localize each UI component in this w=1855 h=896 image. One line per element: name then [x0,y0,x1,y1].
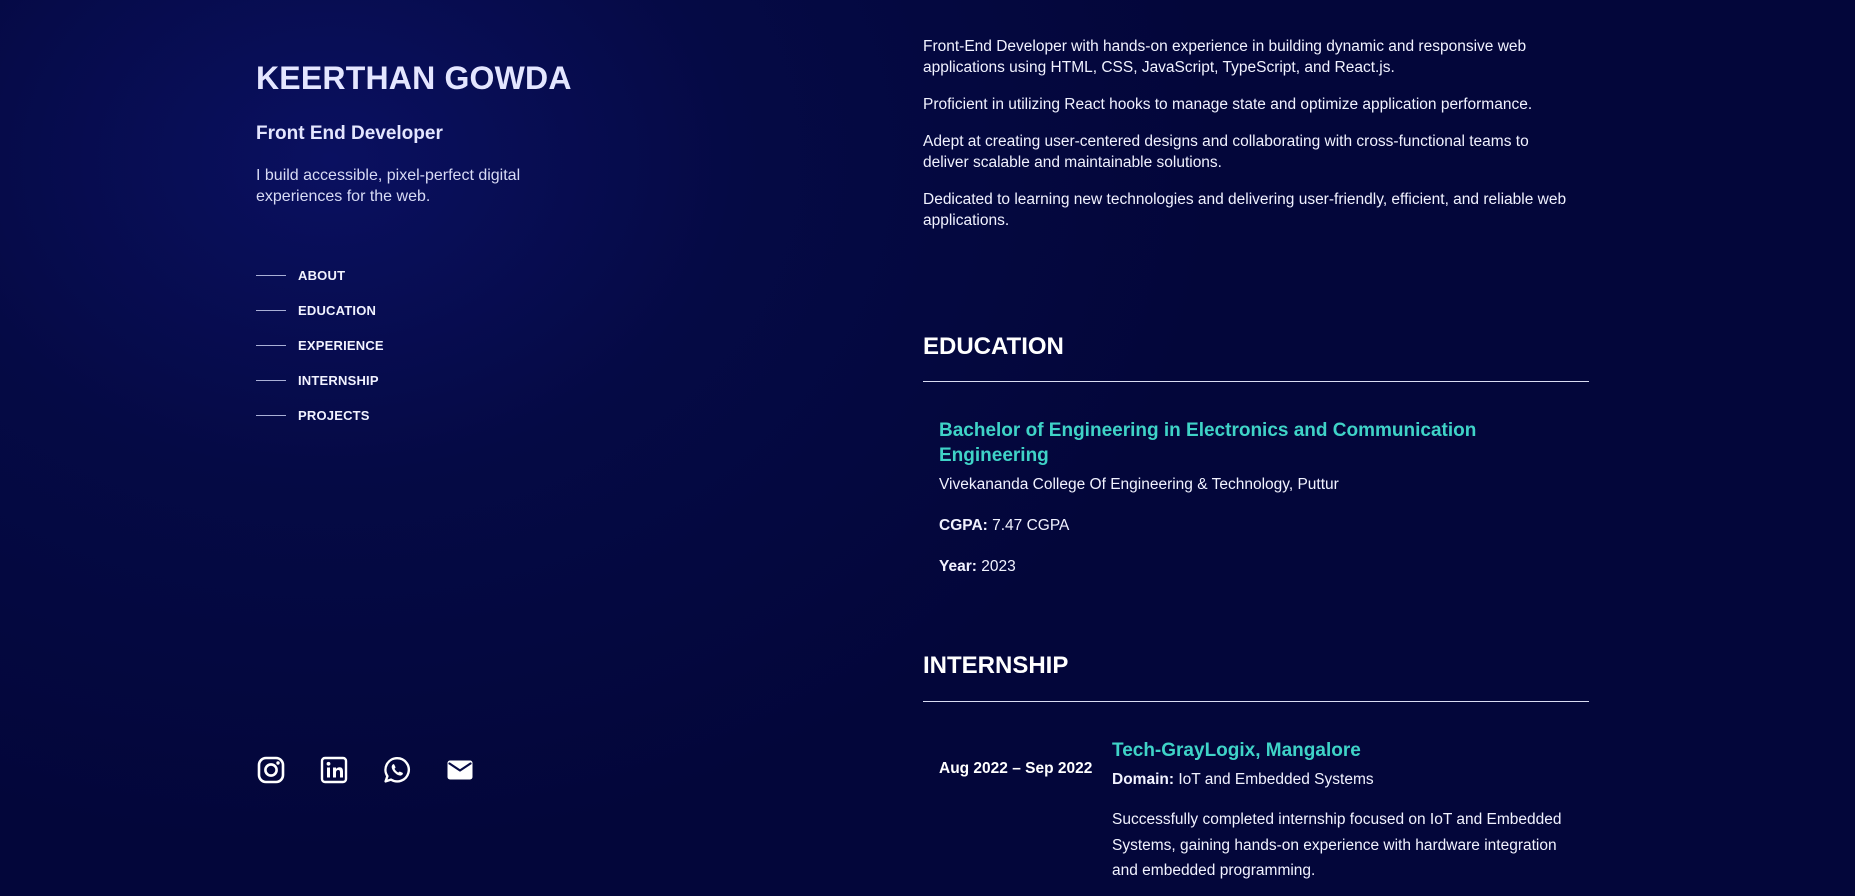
nav-item-about[interactable]: ABOUT [256,258,384,293]
nav-indicator-line [256,310,286,311]
nav-item-experience[interactable]: EXPERIENCE [256,328,384,363]
about-paragraph: Adept at creating user-centered designs … [923,133,1529,171]
internship-date: Aug 2022 – Sep 2022 [939,760,1093,777]
linkedin-icon[interactable] [319,755,349,785]
nav-item-label: PROJECTS [298,408,370,423]
nav-indicator-line [256,275,286,276]
domain-label: Domain: [1112,771,1174,788]
instagram-icon[interactable] [256,755,286,785]
social-links [256,755,475,785]
mail-icon[interactable] [445,755,475,785]
whatsapp-icon[interactable] [382,755,412,785]
profile-role: Front End Developer [256,123,443,144]
nav-item-label: EXPERIENCE [298,338,384,353]
cgpa-label: CGPA: [939,517,988,534]
year-line: Year: 2023 [939,558,1499,576]
about-paragraph: Proficient in utilizing React hooks to m… [923,96,1533,113]
nav-item-education[interactable]: EDUCATION [256,293,384,328]
section-nav: ABOUT EDUCATION EXPERIENCE INTERNSHIP PR… [256,258,384,433]
year-label: Year: [939,558,977,575]
company-name: Tech-GrayLogix, Mangalore [1112,740,1361,761]
sidebar: KEERTHAN GOWDA Front End Developer I bui… [256,0,676,896]
nav-indicator-line [256,380,286,381]
cgpa-line: CGPA: 7.47 CGPA [939,517,1499,535]
internship-entry: Tech-GrayLogix, Mangalore Domain: IoT an… [1112,740,1582,884]
nav-item-label: INTERNSHIP [298,373,379,388]
nav-indicator-line [256,345,286,346]
nav-item-projects[interactable]: PROJECTS [256,398,384,433]
section-divider [923,701,1589,702]
domain-value: IoT and Embedded Systems [1178,771,1374,788]
cgpa-value: 7.47 CGPA [992,517,1070,534]
nav-item-label: EDUCATION [298,303,377,318]
about-paragraph: Front-End Developer with hands-on experi… [923,38,1527,76]
nav-item-label: ABOUT [298,268,346,283]
section-title: INTERNSHIP [923,652,1069,679]
profile-tagline: I build accessible, pixel-perfect digita… [256,167,521,205]
profile-name: KEERTHAN GOWDA [256,60,572,96]
domain-line: Domain: IoT and Embedded Systems [1112,771,1582,789]
internship-description: Successfully completed internship focuse… [1112,811,1562,879]
section-divider [923,381,1589,382]
nav-indicator-line [256,415,286,416]
nav-item-internship[interactable]: INTERNSHIP [256,363,384,398]
about-paragraph: Dedicated to learning new technologies a… [923,191,1567,229]
education-entry: Bachelor of Engineering in Electronics a… [939,418,1499,576]
college-name: Vivekananda College Of Engineering & Tec… [939,476,1339,493]
degree-title: Bachelor of Engineering in Electronics a… [939,420,1477,466]
section-title: EDUCATION [923,333,1064,360]
year-value: 2023 [981,558,1016,575]
